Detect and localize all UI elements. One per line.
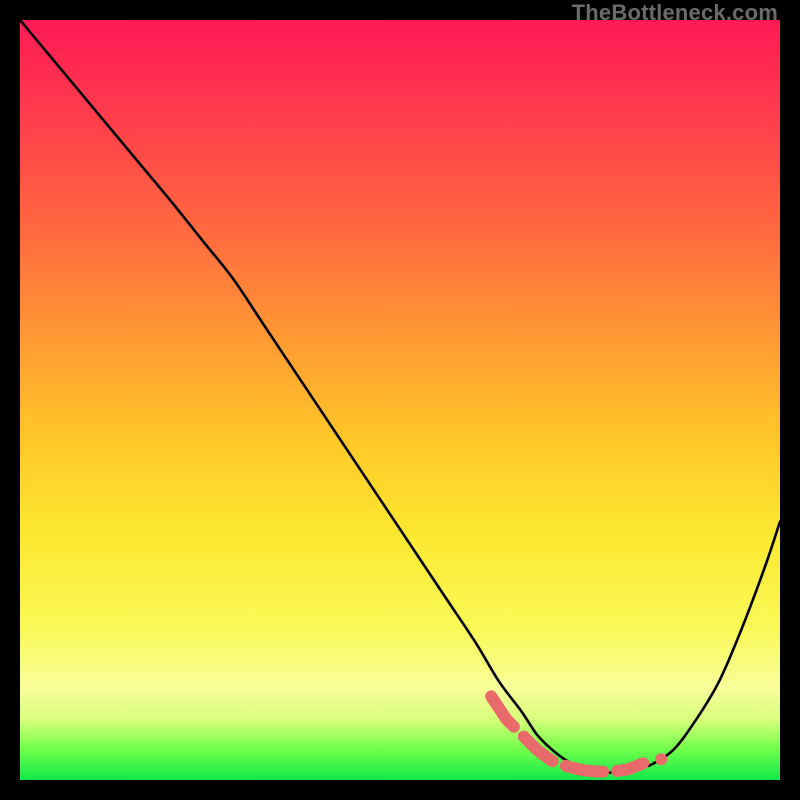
gradient-background	[20, 20, 780, 780]
chart-frame	[20, 20, 780, 780]
watermark-text: TheBottleneck.com	[572, 0, 778, 26]
